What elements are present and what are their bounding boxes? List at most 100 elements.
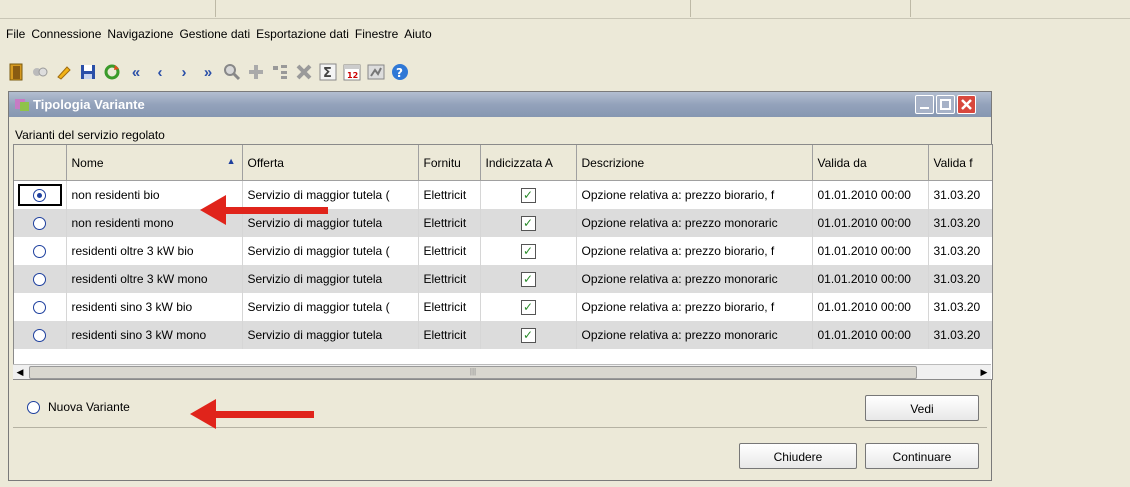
checkmark-icon[interactable]: ✓ xyxy=(520,299,536,315)
search-icon[interactable] xyxy=(222,62,242,82)
table-row[interactable]: residenti sino 3 kW bio Servizio di magg… xyxy=(14,293,992,321)
cell-descrizione: Opzione relativa a: prezzo biorario, f xyxy=(576,293,813,321)
menu-finestre[interactable]: Finestre xyxy=(355,27,398,41)
cell-offerta: Servizio di maggior tutela xyxy=(242,265,419,293)
prev-icon[interactable]: ‹ xyxy=(150,62,170,82)
exit-icon[interactable] xyxy=(6,62,26,82)
checkmark-icon[interactable]: ✓ xyxy=(520,243,536,259)
last-icon[interactable]: » xyxy=(198,62,218,82)
menu-connessione[interactable]: Connessione xyxy=(31,27,101,41)
column-header-valida-da[interactable]: Valida da xyxy=(812,145,929,181)
checkmark-icon[interactable]: ✓ xyxy=(520,271,536,287)
help-icon[interactable]: ? xyxy=(390,62,410,82)
table-row[interactable]: residenti oltre 3 kW bio Servizio di mag… xyxy=(14,237,992,265)
tree-icon[interactable] xyxy=(270,62,290,82)
first-icon[interactable]: « xyxy=(126,62,146,82)
cell-valida-fino: 31.03.20 xyxy=(928,321,992,349)
continuare-button[interactable]: Continuare xyxy=(865,443,979,469)
column-header-nome[interactable]: Nome ▲ xyxy=(66,145,243,181)
tipologia-variante-window: Tipologia Variante Varianti del servizio… xyxy=(8,91,993,481)
cell-indicizzata: ✓ xyxy=(480,265,577,293)
cell-nome: residenti oltre 3 kW bio xyxy=(66,237,243,265)
column-header-descrizione[interactable]: Descrizione xyxy=(576,145,813,181)
row-select-cell[interactable] xyxy=(14,180,67,209)
scroll-right-icon[interactable]: ▶ xyxy=(977,365,991,379)
sum-icon[interactable]: Σ xyxy=(318,62,338,82)
row-select-cell[interactable] xyxy=(14,209,67,237)
table-row[interactable]: residenti sino 3 kW mono Servizio di mag… xyxy=(14,321,992,349)
menu-gestione-dati[interactable]: Gestione dati xyxy=(179,27,250,41)
top-strip-segment xyxy=(215,0,691,17)
table-row[interactable]: residenti oltre 3 kW mono Servizio di ma… xyxy=(14,265,992,293)
cell-descrizione: Opzione relativa a: prezzo biorario, f xyxy=(576,180,813,209)
cell-offerta: Servizio di maggior tutela xyxy=(242,321,419,349)
cell-valida-fino: 31.03.20 xyxy=(928,293,992,321)
refresh-icon[interactable] xyxy=(102,62,122,82)
delete-icon[interactable] xyxy=(294,62,314,82)
menu-esportazione-dati[interactable]: Esportazione dati xyxy=(256,27,349,41)
close-button[interactable] xyxy=(957,95,976,114)
save-icon[interactable] xyxy=(78,62,98,82)
vedi-button[interactable]: Vedi xyxy=(865,395,979,421)
chiudere-button[interactable]: Chiudere xyxy=(739,443,857,469)
menu-aiuto[interactable]: Aiuto xyxy=(404,27,431,41)
cell-nome: residenti oltre 3 kW mono xyxy=(66,265,243,293)
nuova-variante-option[interactable]: Nuova Variante xyxy=(27,400,130,414)
arrow-shaft xyxy=(214,411,314,418)
add-icon[interactable] xyxy=(246,62,266,82)
next-icon[interactable]: › xyxy=(174,62,194,82)
report-icon[interactable] xyxy=(366,62,386,82)
column-header-indicizzata[interactable]: Indicizzata A xyxy=(480,145,577,181)
calendar-icon[interactable]: 12 xyxy=(342,62,362,82)
nuova-variante-radio[interactable] xyxy=(27,400,40,414)
arrow-head xyxy=(200,195,226,225)
row-radio[interactable] xyxy=(33,217,47,231)
column-header-offerta[interactable]: Offerta xyxy=(242,145,419,181)
row-select-cell[interactable] xyxy=(14,293,67,321)
checkmark-icon[interactable]: ✓ xyxy=(520,327,536,343)
row-radio[interactable] xyxy=(33,329,47,343)
scroll-left-icon[interactable]: ◀ xyxy=(13,365,27,379)
annotation-arrow xyxy=(200,195,328,225)
cell-descrizione: Opzione relativa a: prezzo monoraric xyxy=(576,209,813,237)
column-header-select[interactable] xyxy=(14,145,67,181)
table-row[interactable]: non residenti mono Servizio di maggior t… xyxy=(14,209,992,237)
cell-valida-fino: 31.03.20 xyxy=(928,180,992,209)
variants-table: Nome ▲ Offerta Fornitu Indicizzata A Desc… xyxy=(13,144,993,380)
row-radio[interactable] xyxy=(33,301,47,315)
cell-fornitura: Elettricit xyxy=(418,265,481,293)
connect-icon[interactable] xyxy=(30,62,50,82)
row-select-cell[interactable] xyxy=(14,321,67,349)
cell-indicizzata: ✓ xyxy=(480,180,577,209)
cell-nome: residenti sino 3 kW mono xyxy=(66,321,243,349)
checkmark-icon[interactable]: ✓ xyxy=(520,187,536,203)
cell-indicizzata: ✓ xyxy=(480,209,577,237)
horizontal-scrollbar[interactable]: ◀ ||| ▶ xyxy=(13,364,991,379)
cell-valida-da: 01.01.2010 00:00 xyxy=(812,321,929,349)
column-header-fornitura[interactable]: Fornitu xyxy=(418,145,481,181)
window-titlebar[interactable]: Tipologia Variante xyxy=(9,92,991,117)
cell-descrizione: Opzione relativa a: prezzo monoraric xyxy=(576,321,813,349)
checkmark-icon[interactable]: ✓ xyxy=(520,215,536,231)
annotation-arrow xyxy=(190,399,314,429)
column-header-valida-fino[interactable]: Valida f xyxy=(928,145,992,181)
table-row[interactable]: non residenti bio Servizio di maggior tu… xyxy=(14,180,992,209)
row-radio[interactable] xyxy=(33,189,47,203)
cell-descrizione: Opzione relativa a: prezzo monoraric xyxy=(576,265,813,293)
top-strip-segment xyxy=(690,0,911,17)
cell-offerta: Servizio di maggior tutela ( xyxy=(242,293,419,321)
maximize-button[interactable] xyxy=(936,95,955,114)
menu-file[interactable]: File xyxy=(6,27,25,41)
scrollbar-thumb[interactable]: ||| xyxy=(29,366,917,379)
menu-navigazione[interactable]: Navigazione xyxy=(107,27,173,41)
cell-valida-da: 01.01.2010 00:00 xyxy=(812,180,929,209)
cell-fornitura: Elettricit xyxy=(418,209,481,237)
row-radio[interactable] xyxy=(33,273,47,287)
edit-icon[interactable] xyxy=(54,62,74,82)
selected-cell-frame xyxy=(17,184,62,206)
divider xyxy=(13,427,987,428)
minimize-button[interactable] xyxy=(915,95,934,114)
row-select-cell[interactable] xyxy=(14,265,67,293)
row-radio[interactable] xyxy=(33,245,47,259)
row-select-cell[interactable] xyxy=(14,237,67,265)
